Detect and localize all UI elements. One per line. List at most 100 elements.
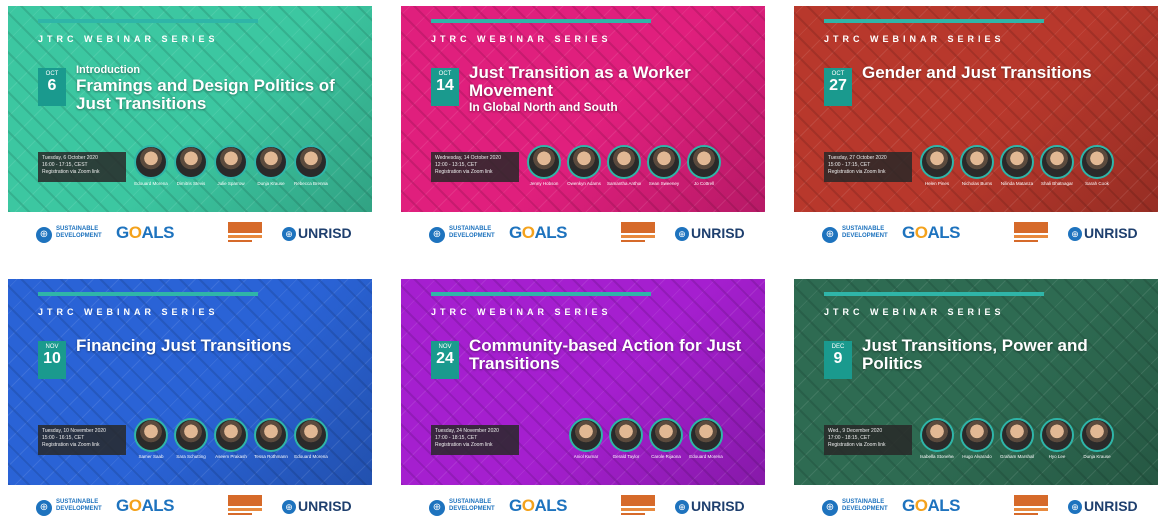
event-info-line: Registration via Zoom link <box>435 169 493 175</box>
event-info-box: Tuesday, 24 November 2020 17:00 - 18:15, … <box>431 425 519 455</box>
speaker: Samantha Anthony <box>607 145 641 186</box>
webinar-card[interactable]: JTRC WEBINAR SERIES NOV 10 Financing Jus… <box>8 279 372 529</box>
speaker: Julie Sparrow <box>214 145 248 186</box>
speaker-avatar <box>254 145 288 179</box>
speaker-avatar <box>214 418 248 452</box>
speaker: Hyo Lee <box>1040 418 1074 459</box>
logo-footer: ⊕ SUSTAINABLE DEVELOPMENT GOALS ⊕ UNRISD <box>401 212 765 256</box>
webinar-card[interactable]: JTRC WEBINAR SERIES OCT 14 Just Transiti… <box>401 6 765 256</box>
sdg-text: SUSTAINABLE DEVELOPMENT <box>449 499 495 512</box>
speaker: Sean Sweeney <box>647 145 681 186</box>
speaker-avatar <box>134 145 168 179</box>
logo-footer: ⊕ SUSTAINABLE DEVELOPMENT GOALS ⊕ UNRISD <box>8 212 372 256</box>
webinar-main-title: Framings and Design Politics of Just Tra… <box>76 76 335 113</box>
webinar-title: Just Transitions, Power and Politics <box>862 337 1152 373</box>
webinar-card[interactable]: JTRC WEBINAR SERIES OCT 27 Gender and Ju… <box>794 6 1158 256</box>
event-info-line: Wed., 9 December 2020 <box>828 428 883 434</box>
logo-footer: ⊕ SUSTAINABLE DEVELOPMENT GOALS ⊕ UNRISD <box>794 485 1158 529</box>
unrisd-globe-icon: ⊕ <box>1068 227 1082 241</box>
event-info-line: Registration via Zoom link <box>42 442 100 448</box>
speaker-name: Aseem Prakash <box>215 454 247 459</box>
speaker-avatar <box>174 145 208 179</box>
speaker-name: Nilinda Matanza <box>1000 181 1034 186</box>
speaker-avatar <box>174 418 208 452</box>
speaker-row: Isabella Stonehead Hugo Alvarado Graham Ma… <box>920 418 1114 459</box>
sdg-text: SUSTAINABLE DEVELOPMENT <box>842 226 888 239</box>
series-label: JTRC WEBINAR SERIES <box>824 307 1005 317</box>
event-info-line: Tuesday, 27 October 2020 <box>828 155 887 161</box>
speaker-avatar <box>294 418 328 452</box>
sdg-text: SUSTAINABLE DEVELOPMENT <box>449 226 495 239</box>
speaker: Graham Marshall <box>1000 418 1034 459</box>
speaker-name: Sarah Cook <box>1085 181 1109 186</box>
webinar-title: Community-based Action for Just Transiti… <box>469 337 759 373</box>
webinar-banner: JTRC WEBINAR SERIES DEC 9 Just Transitio… <box>794 279 1158 485</box>
speaker: Gerald Taylor <box>609 418 643 459</box>
speaker-name: Rebecca Brennan <box>294 181 328 186</box>
speaker-avatar <box>527 145 561 179</box>
sdg-text: SUSTAINABLE DEVELOPMENT <box>56 499 102 512</box>
event-info-line: 15:00 - 17:15, CET <box>828 162 871 168</box>
webinar-main-title: Community-based Action for Just Transiti… <box>469 336 742 373</box>
webinar-title: Financing Just Transitions <box>76 337 366 355</box>
un-emblem-icon: ⊕ <box>36 227 52 243</box>
event-info-line: Wednesday, 14 October 2020 <box>435 155 501 161</box>
event-info-line: 17:00 - 18:15, CET <box>435 435 478 441</box>
speaker-name: Julie Sparrow <box>217 181 245 186</box>
webinar-card[interactable]: JTRC WEBINAR SERIES DEC 9 Just Transitio… <box>794 279 1158 529</box>
unrisd-logo: UNRISD <box>298 225 352 241</box>
event-info-line: Registration via Zoom link <box>435 442 493 448</box>
jtrc-logo <box>228 222 262 246</box>
sdg-goals-logo: GOALS <box>116 496 174 515</box>
speaker: Edouard Morena <box>294 418 328 459</box>
webinar-main-title: Just Transition as a Worker Movement <box>469 63 691 100</box>
speaker-avatar <box>920 418 954 452</box>
event-info-box: Tuesday, 10 November 2020 15:00 - 16:15, … <box>38 425 126 455</box>
event-info-line: 15:00 - 16:15, CET <box>42 435 85 441</box>
webinar-banner: JTRC WEBINAR SERIES NOV 24 Community-bas… <box>401 279 765 485</box>
sdg-goals-logo: GOALS <box>509 223 567 242</box>
date-day: 27 <box>829 77 847 94</box>
webinar-card[interactable]: JTRC WEBINAR SERIES NOV 24 Community-bas… <box>401 279 765 529</box>
speaker-avatar <box>254 418 288 452</box>
unrisd-logo: UNRISD <box>1084 225 1138 241</box>
speaker-name: Graham Marshall <box>1000 454 1034 459</box>
webinar-title: Introduction Framings and Design Politic… <box>76 64 366 113</box>
speaker-name: Edouard Morena <box>294 454 328 459</box>
date-day: 6 <box>47 77 57 94</box>
speaker-avatar <box>1040 418 1074 452</box>
speaker-name: Helen Pines <box>924 181 950 186</box>
unrisd-logo: UNRISD <box>298 498 352 514</box>
unrisd-globe-icon: ⊕ <box>1068 500 1082 514</box>
speaker-name: Jenny Hobson <box>529 181 559 186</box>
webinar-banner: JTRC WEBINAR SERIES OCT 6 Introduction F… <box>8 6 372 212</box>
speaker-row: Aniol Kumar Gerald Taylor Carole Rijaona Ed… <box>569 418 723 459</box>
speaker-name: Dunja Krause <box>257 181 285 186</box>
webinar-card[interactable]: JTRC WEBINAR SERIES OCT 6 Introduction F… <box>8 6 372 256</box>
speaker-avatar <box>569 418 603 452</box>
webinar-banner: JTRC WEBINAR SERIES OCT 14 Just Transiti… <box>401 6 765 212</box>
speaker: Isabella Stonehead <box>920 418 954 459</box>
speaker-avatar <box>649 418 683 452</box>
event-info-box: Tuesday, 6 October 2020 16:00 - 17:15, CE… <box>38 152 126 182</box>
speaker-avatar <box>960 418 994 452</box>
speaker-name: Dimitris Stevis <box>176 181 206 186</box>
speaker-row: Samer Saab Sara Schutting Aseem Prakash Tes… <box>134 418 328 459</box>
jtrc-logo <box>1014 222 1048 246</box>
event-info-line: Tuesday, 24 November 2020 <box>435 428 499 434</box>
jtrc-logo <box>228 495 262 519</box>
sdg-goals-logo: GOALS <box>902 223 960 242</box>
un-emblem-icon: ⊕ <box>822 227 838 243</box>
speaker: Carole Rijaona <box>649 418 683 459</box>
event-info-line: Registration via Zoom link <box>828 442 886 448</box>
date-badge: OCT 27 <box>824 68 852 106</box>
unrisd-globe-icon: ⊕ <box>675 227 689 241</box>
speaker-name: Tessa Rothmann <box>254 454 288 459</box>
speaker-avatar <box>1000 418 1034 452</box>
speaker-name: Owenkyn Adams <box>567 181 601 186</box>
speaker: Samer Saab <box>134 418 168 459</box>
unrisd-globe-icon: ⊕ <box>675 500 689 514</box>
date-day: 10 <box>43 350 61 367</box>
webinar-title: Gender and Just Transitions <box>862 64 1152 82</box>
speaker-row: Jenny Hobson Owenkyn Adams Samantha Anthon… <box>527 145 721 186</box>
